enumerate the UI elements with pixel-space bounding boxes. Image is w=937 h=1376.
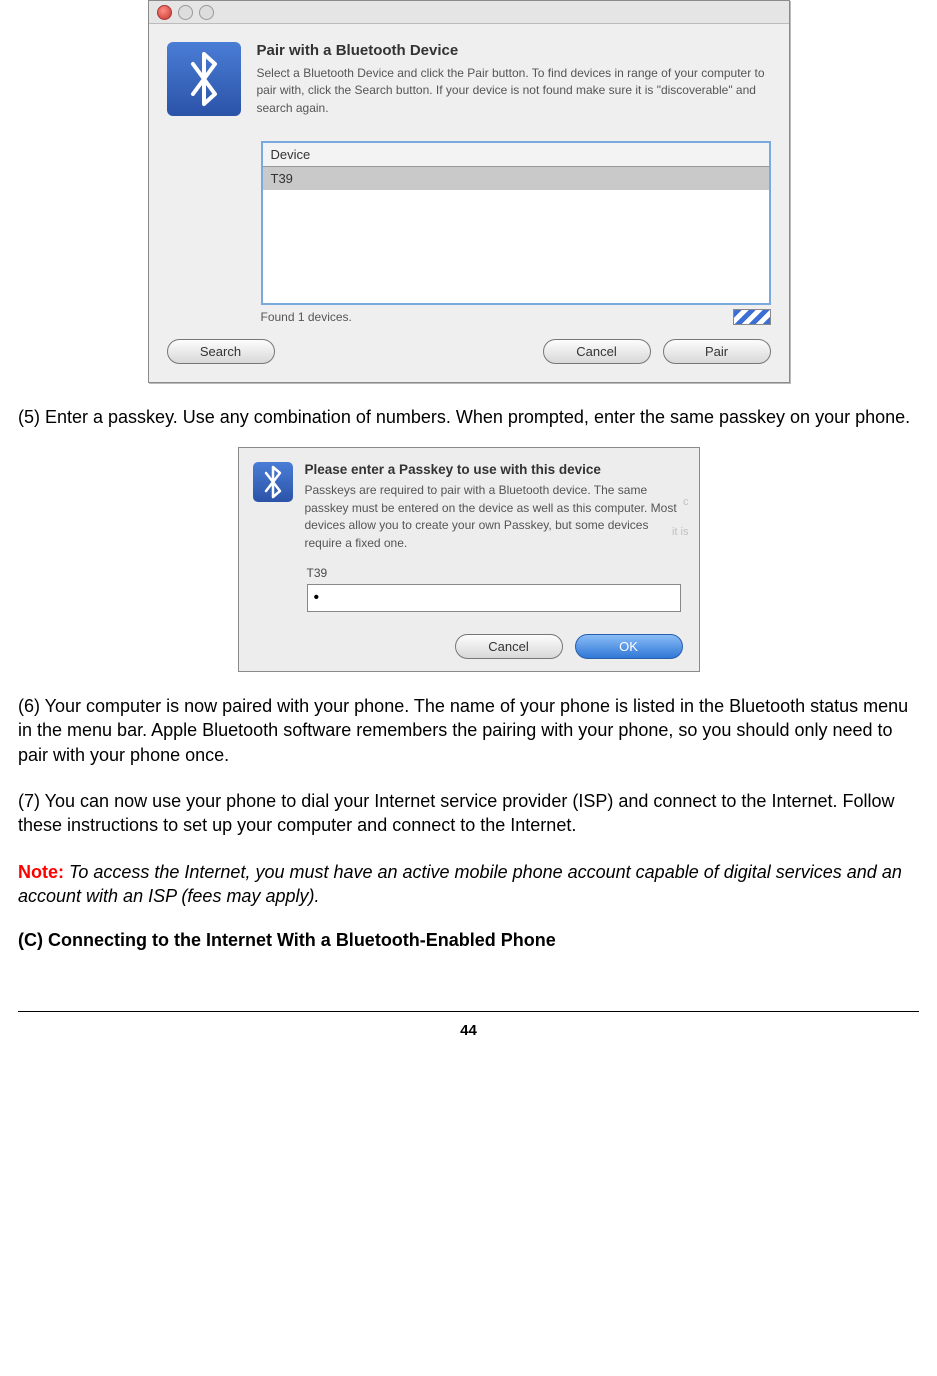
page-number: 44 <box>18 1022 919 1039</box>
minimize-icon[interactable] <box>178 5 193 20</box>
search-button[interactable]: Search <box>167 339 275 364</box>
dialog-titlebar <box>149 1 789 24</box>
device-list-header: Device <box>263 143 769 167</box>
ghost-text: c <box>683 496 689 508</box>
ghost-text: it is <box>672 526 689 538</box>
device-list-row[interactable]: T39 <box>263 167 769 190</box>
bluetooth-icon <box>167 42 241 116</box>
passkey-dialog: Please enter a Passkey to use with this … <box>238 447 700 672</box>
passkey-dialog-title: Please enter a Passkey to use with this … <box>305 462 685 477</box>
passkey-dialog-description: Passkeys are required to pair with a Blu… <box>305 482 685 552</box>
pair-button[interactable]: Pair <box>663 339 771 364</box>
passkey-ok-button[interactable]: OK <box>575 634 683 659</box>
step-5-text: (5) Enter a passkey. Use any combination… <box>18 405 919 429</box>
section-c-heading: (C) Connecting to the Internet With a Bl… <box>18 930 919 951</box>
passkey-input-value: • <box>314 589 321 607</box>
cancel-button[interactable]: Cancel <box>543 339 651 364</box>
footer-divider <box>18 1011 919 1012</box>
passkey-cancel-button[interactable]: Cancel <box>455 634 563 659</box>
note-label: Note: <box>18 862 64 882</box>
bluetooth-icon <box>253 462 293 502</box>
zoom-icon[interactable] <box>199 5 214 20</box>
step-7-text: (7) You can now use your phone to dial y… <box>18 789 919 838</box>
step-6-text: (6) Your computer is now paired with you… <box>18 694 919 767</box>
window-controls <box>157 5 214 20</box>
close-icon[interactable] <box>157 5 172 20</box>
dialog-description: Select a Bluetooth Device and click the … <box>257 65 771 117</box>
found-devices-label: Found 1 devices. <box>261 310 352 324</box>
pair-dialog: Pair with a Bluetooth Device Select a Bl… <box>148 0 790 383</box>
note-text: To access the Internet, you must have an… <box>18 862 902 906</box>
passkey-input[interactable]: • <box>307 584 681 612</box>
passkey-device-name: T39 <box>307 566 699 580</box>
device-list[interactable]: Device T39 <box>261 141 771 305</box>
progress-indicator-icon <box>733 309 771 325</box>
dialog-title: Pair with a Bluetooth Device <box>257 42 771 59</box>
